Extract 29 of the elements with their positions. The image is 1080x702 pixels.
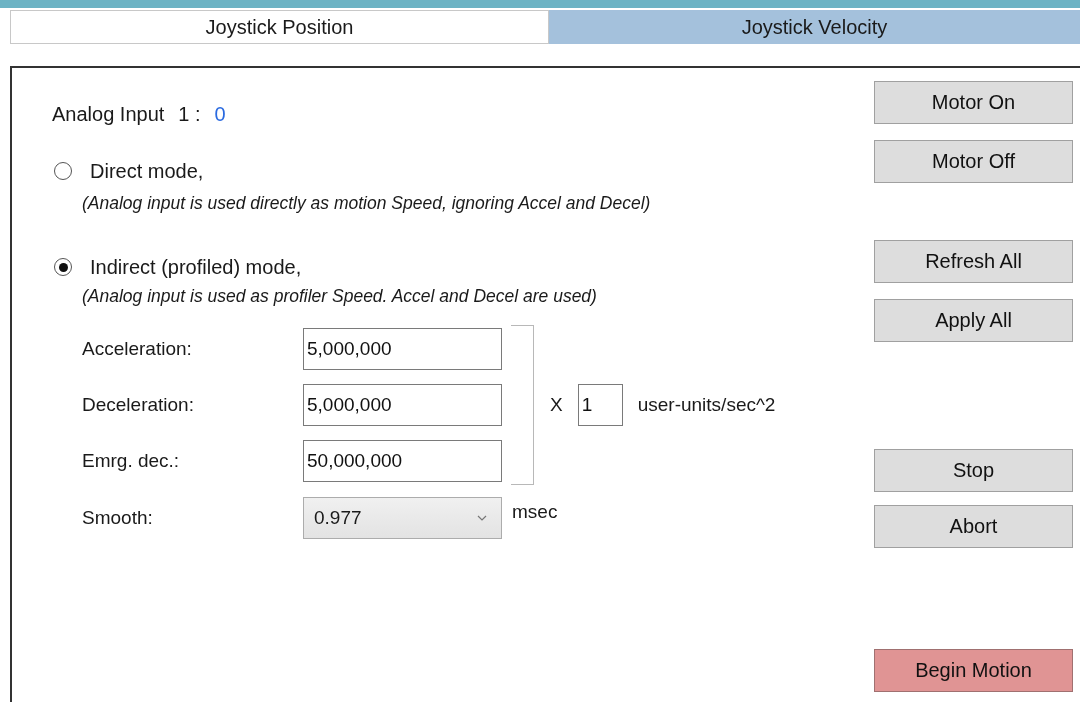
parameter-label: Emrg. dec.:: [82, 450, 181, 472]
parameter-label: Deceleration:: [82, 394, 195, 416]
unit-label: msec: [512, 501, 558, 523]
smooth-dropdown[interactable]: 0.977: [303, 497, 502, 539]
mode-label[interactable]: Indirect (profiled) mode,: [90, 255, 302, 279]
tab[interactable]: Joystick Velocity: [549, 10, 1080, 44]
action-button[interactable]: Apply All: [874, 299, 1073, 342]
action-button[interactable]: Motor On: [874, 81, 1073, 124]
action-button[interactable]: Refresh All: [874, 240, 1073, 283]
mode-label[interactable]: Direct mode,: [90, 159, 204, 183]
input-field[interactable]: 5,000,000: [303, 328, 502, 370]
chevron-icon: [477, 515, 487, 521]
smooth-label: Smooth:: [82, 507, 154, 529]
analog-value: 0: [214, 102, 226, 126]
mode-description: (Analog input is used directly as motion Speed, ignoring Accel and Decel): [82, 192, 652, 215]
action-button[interactable]: Begin Motion: [874, 649, 1073, 692]
unit-label: user-units/sec^2: [637, 394, 776, 416]
input-field[interactable]: 5,000,000: [303, 384, 502, 426]
action-button[interactable]: Abort: [874, 505, 1073, 548]
multiplier-field[interactable]: 1: [577, 384, 623, 426]
analog-input-label: Analog Input: [52, 102, 165, 126]
tab[interactable]: Joystick Position: [10, 10, 549, 44]
parameter-label: Acceleration:: [82, 338, 193, 360]
mode-description: (Analog input is used as profiler Speed. Accel and Decel are used): [82, 285, 598, 308]
action-button[interactable]: Stop: [874, 449, 1073, 492]
action-button[interactable]: Motor Off: [874, 140, 1073, 183]
input-field[interactable]: 50,000,000: [303, 440, 502, 482]
channel-label: 1 :: [178, 102, 201, 126]
multiply-sign: X: [550, 394, 563, 416]
